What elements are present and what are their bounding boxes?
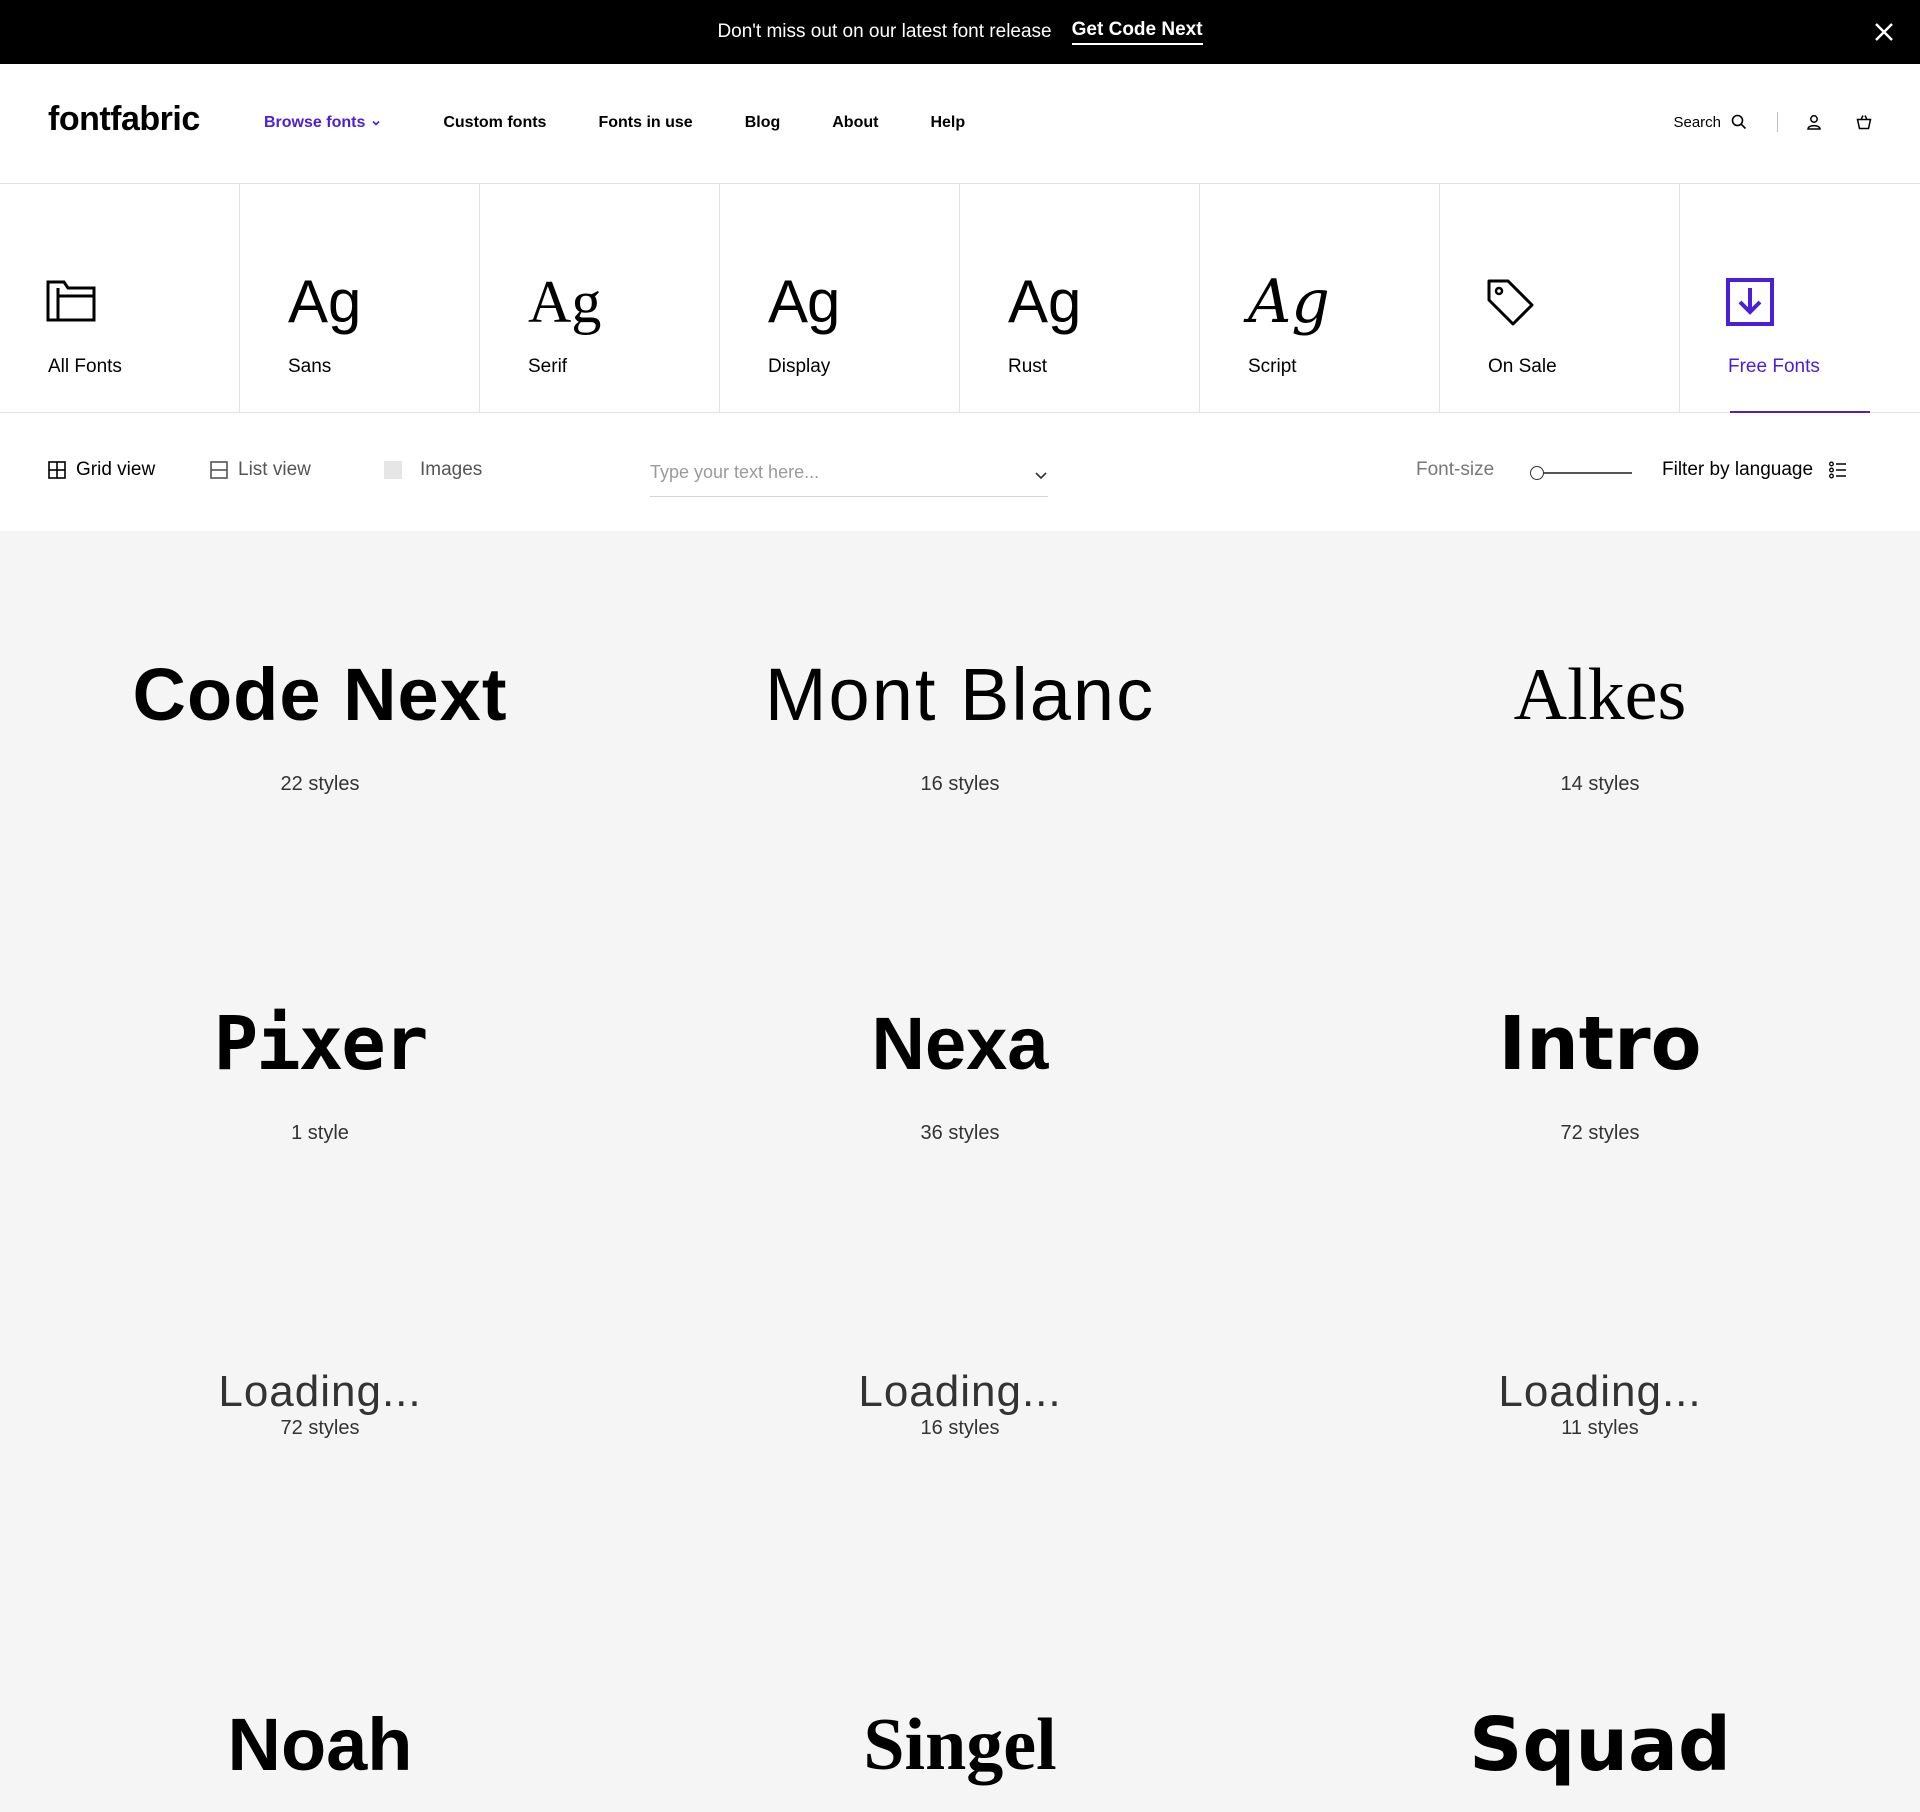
category-script[interactable]: Ag Script <box>1200 184 1440 412</box>
font-name: Squad <box>1469 1702 1731 1788</box>
chevron-down-icon[interactable] <box>1034 471 1048 481</box>
category-glyph: Ag <box>1248 267 1330 337</box>
logo[interactable]: fontfabric <box>48 100 200 139</box>
category-strip: All Fonts Ag Sans Ag Serif Ag Display Ag… <box>0 184 1920 413</box>
announcement-bar: Don't miss out on our latest font releas… <box>0 0 1920 64</box>
announcement-message: Don't miss out on our latest font releas… <box>717 21 1052 42</box>
category-label: Script <box>1248 356 1297 377</box>
font-styles-count: 72 styles <box>1560 1122 1640 1144</box>
category-display[interactable]: Ag Display <box>720 184 960 412</box>
font-card-pixer[interactable]: Pixer 1 style <box>0 1000 640 1145</box>
header-divider <box>1777 112 1778 132</box>
category-label: Free Fonts <box>1728 356 1820 377</box>
nav-browse-fonts-label: Browse fonts <box>264 114 366 131</box>
font-name: Loading... <box>1498 1367 1702 1416</box>
category-glyph: Ag <box>288 268 362 335</box>
preview-text-input[interactable] <box>650 449 1048 497</box>
font-name: Mont Blanc <box>764 653 1156 736</box>
nav-help[interactable]: Help <box>930 114 965 132</box>
font-card-singel[interactable]: Singel <box>640 1701 1280 1789</box>
font-name: Nexa <box>871 1002 1049 1085</box>
font-name: Loading... <box>218 1367 422 1416</box>
header-actions: Search <box>1673 112 1872 132</box>
search-label[interactable]: Search <box>1673 114 1721 131</box>
font-styles-count: 11 styles <box>1561 1417 1639 1439</box>
list-icon <box>210 461 228 479</box>
category-glyph: Ag <box>528 269 602 335</box>
nav-fonts-in-use[interactable]: Fonts in use <box>598 114 692 132</box>
font-card-loading[interactable]: Loading... 72 styles <box>0 1367 640 1440</box>
filter-language-label: Filter by language <box>1662 459 1814 480</box>
font-card-noah[interactable]: Noah <box>0 1701 640 1789</box>
download-icon <box>1726 278 1774 326</box>
chevron-down-icon <box>372 120 380 126</box>
category-sans[interactable]: Ag Sans <box>240 184 480 412</box>
category-glyph: Ag <box>768 268 840 335</box>
font-styles-count: 16 styles <box>920 773 1000 795</box>
font-name: Pixer <box>213 1001 429 1087</box>
font-size-slider[interactable] <box>1530 465 1634 481</box>
font-name: Intro <box>1498 1001 1702 1087</box>
images-checkbox[interactable] <box>384 461 402 479</box>
font-styles-count: 16 styles <box>920 1417 1000 1439</box>
font-card-intro[interactable]: Intro 72 styles <box>1280 1000 1920 1145</box>
font-size-label: Font-size <box>1416 459 1495 480</box>
grid-view-toggle[interactable]: Grid view <box>48 459 155 481</box>
nav-about[interactable]: About <box>832 114 878 132</box>
font-card-mont-blanc[interactable]: Mont Blanc 16 styles <box>640 651 1280 796</box>
category-label: On Sale <box>1488 356 1557 377</box>
font-name: Alkes <box>1513 654 1687 736</box>
category-on-sale[interactable]: On Sale <box>1440 184 1680 412</box>
font-toolbar: Grid view List view Images Font-size Fil… <box>0 413 1920 531</box>
font-grid: Code Next 22 styles Mont Blanc 16 styles… <box>0 531 1920 1812</box>
cart-icon[interactable] <box>1856 114 1872 130</box>
nav-blog[interactable]: Blog <box>745 114 781 132</box>
category-label: Serif <box>528 356 568 377</box>
category-label: Rust <box>1008 356 1048 377</box>
search-icon[interactable] <box>1731 114 1747 130</box>
category-label: Display <box>768 356 831 377</box>
font-card-loading[interactable]: Loading... 16 styles <box>640 1367 1280 1440</box>
category-glyph: Ag <box>1008 268 1082 335</box>
nav-browse-fonts[interactable]: Browse fonts <box>264 114 381 132</box>
images-label: Images <box>420 459 483 480</box>
site-header: fontfabric Browse fonts Custom fonts Fon… <box>0 64 1920 184</box>
slider-thumb[interactable] <box>1530 466 1544 480</box>
grid-view-label: Grid view <box>76 459 156 480</box>
close-icon[interactable] <box>1870 18 1898 46</box>
font-name: Code Next <box>132 653 508 736</box>
user-icon[interactable] <box>1806 114 1822 130</box>
category-rust[interactable]: Ag Rust <box>960 184 1200 412</box>
filter-by-language[interactable]: Filter by language <box>1662 459 1847 481</box>
category-serif[interactable]: Ag Serif <box>480 184 720 412</box>
announcement-cta-link[interactable]: Get Code Next <box>1071 19 1203 45</box>
category-label: Sans <box>288 356 332 377</box>
font-card-squad[interactable]: Squad <box>1280 1701 1920 1789</box>
filter-list-icon <box>1829 461 1847 479</box>
font-card-nexa[interactable]: Nexa 36 styles <box>640 1000 1280 1145</box>
font-styles-count: 14 styles <box>1560 773 1640 795</box>
font-styles-count: 72 styles <box>280 1417 360 1439</box>
folder-icon <box>46 280 96 322</box>
list-view-toggle[interactable]: List view <box>210 459 311 481</box>
grid-icon <box>48 461 66 479</box>
category-label: All Fonts <box>48 356 122 377</box>
font-card-alkes[interactable]: Alkes 14 styles <box>1280 651 1920 796</box>
list-view-label: List view <box>238 459 311 480</box>
font-name: Noah <box>227 1703 413 1786</box>
category-free-fonts[interactable]: Free Fonts <box>1680 184 1920 413</box>
font-card-loading[interactable]: Loading... 11 styles <box>1280 1367 1920 1440</box>
tag-icon <box>1487 279 1534 326</box>
slider-track <box>1536 472 1632 474</box>
nav-custom-fonts[interactable]: Custom fonts <box>443 114 546 132</box>
font-styles-count: 36 styles <box>920 1122 1000 1144</box>
font-styles-count: 22 styles <box>280 773 360 795</box>
category-all-fonts[interactable]: All Fonts <box>0 184 240 412</box>
images-toggle[interactable]: Images <box>384 459 482 481</box>
main-nav: Browse fonts Custom fonts Fonts in use B… <box>264 114 965 132</box>
font-styles-count: 1 style <box>291 1122 349 1144</box>
font-card-code-next[interactable]: Code Next 22 styles <box>0 651 640 796</box>
font-name: Singel <box>863 1704 1057 1786</box>
font-name: Loading... <box>858 1367 1062 1416</box>
